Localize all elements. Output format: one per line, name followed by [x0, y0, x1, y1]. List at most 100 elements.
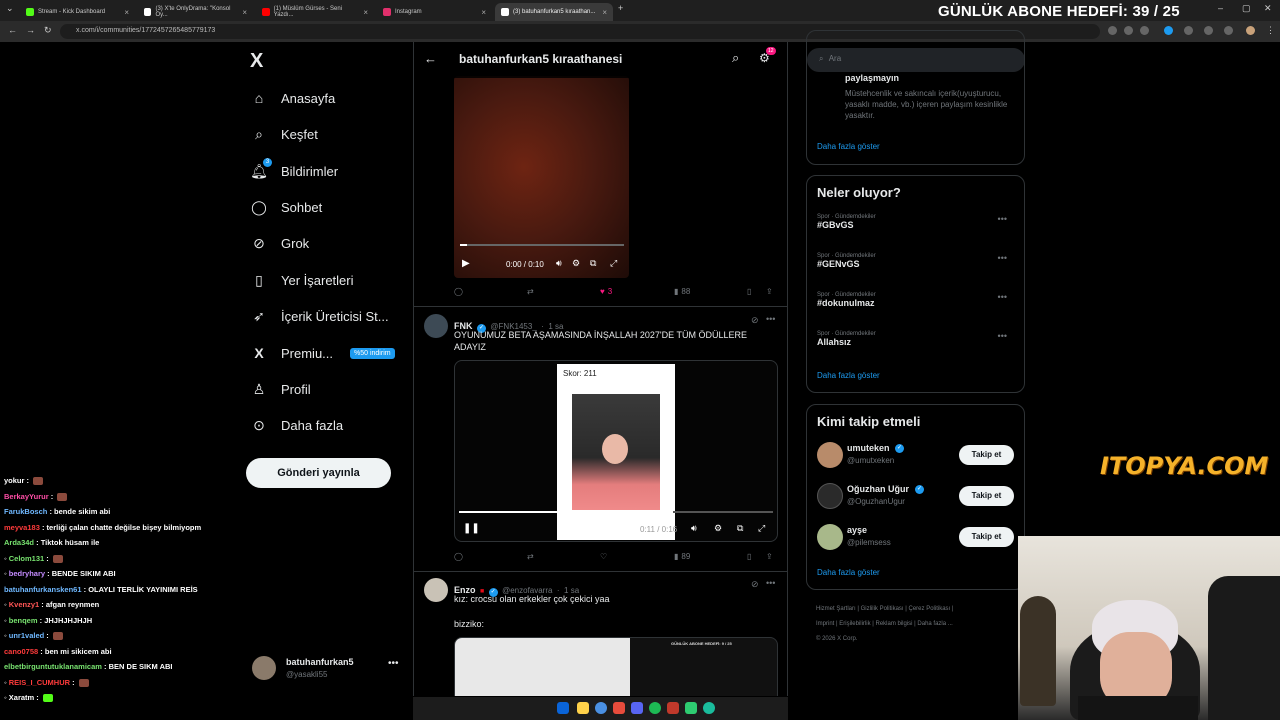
tab-search-icon[interactable]: ⌄: [6, 3, 14, 14]
cast-icon[interactable]: [1108, 26, 1117, 35]
more-icon[interactable]: •••: [998, 214, 1007, 224]
like-button[interactable]: ♥ 3: [600, 287, 612, 296]
trend-item[interactable]: Spor · Gündemdekiler #GBvGS •••: [817, 214, 1017, 242]
close-icon[interactable]: ×: [602, 8, 607, 17]
back-arrow-icon[interactable]: ←: [424, 51, 437, 66]
search-icon[interactable]: ⌕: [732, 50, 739, 66]
close-icon[interactable]: ×: [124, 8, 129, 17]
bookmark-button[interactable]: ▯: [747, 552, 751, 561]
bookmark-star-icon[interactable]: [1140, 26, 1149, 35]
zoom-icon[interactable]: [1124, 26, 1133, 35]
settings-icon[interactable]: ⚙: [572, 258, 580, 269]
obs-icon[interactable]: [703, 702, 715, 714]
sidebar-item-explore[interactable]: ⌕ Keşfet: [250, 125, 318, 143]
repost-button[interactable]: ⇄: [527, 552, 534, 561]
sidebar-icon[interactable]: [1224, 26, 1233, 35]
more-icon[interactable]: •••: [766, 314, 775, 324]
sidebar-item-bookmarks[interactable]: ▯ Yer İşaretleri: [250, 271, 353, 289]
video-progress-bar[interactable]: [459, 511, 773, 513]
sidebar-item-chat[interactable]: ◯ Sohbet: [250, 198, 322, 216]
x-home-logo[interactable]: X: [250, 50, 263, 73]
sidebar-item-home[interactable]: ⌂ Anasayfa: [250, 89, 335, 107]
follow-button[interactable]: Takip et: [959, 445, 1014, 465]
file-explorer-icon[interactable]: [577, 702, 589, 714]
settings-icon[interactable]: ⚙: [714, 523, 722, 534]
start-icon[interactable]: [557, 702, 569, 714]
footer-link[interactable]: Erişilebilirlik: [839, 621, 870, 627]
more-icon[interactable]: •••: [998, 331, 1007, 341]
play-icon[interactable]: ▶: [462, 258, 470, 269]
views-button[interactable]: ▮ 88: [674, 287, 690, 296]
minimize-icon[interactable]: –: [1218, 3, 1223, 13]
footer-link[interactable]: Çerez Politikası: [909, 606, 951, 612]
show-more-link[interactable]: Daha fazla göster: [817, 142, 880, 151]
footer-link[interactable]: Gizlilik Politikası: [861, 606, 904, 612]
app-icon[interactable]: [685, 702, 697, 714]
pip-icon[interactable]: ⧉: [737, 523, 743, 534]
browser-tab[interactable]: Instagram ×: [377, 3, 492, 21]
bookmark-button[interactable]: ▯: [747, 287, 751, 296]
footer-link[interactable]: Imprint: [816, 621, 834, 627]
extension-icon[interactable]: [1184, 26, 1193, 35]
embedded-image[interactable]: GÜNLÜK ABONE HEDEFİ: 9 / 25: [454, 637, 778, 696]
more-icon[interactable]: •••: [766, 578, 775, 588]
volume-icon[interactable]: 🔊︎: [691, 523, 697, 534]
extension-icon[interactable]: [1164, 26, 1173, 35]
back-icon[interactable]: ←: [8, 25, 17, 35]
spotify-icon[interactable]: [649, 702, 661, 714]
grok-icon[interactable]: ⊘: [751, 579, 759, 590]
close-window-icon[interactable]: ✕: [1264, 3, 1272, 14]
app-icon[interactable]: [613, 702, 625, 714]
sidebar-item-premium[interactable]: X Premiu... %50 indirim: [250, 344, 395, 362]
follow-suggestion[interactable]: umuteken ✓ @umutxeken Takip et: [807, 439, 1024, 473]
like-button[interactable]: ♡: [600, 552, 607, 561]
avatar[interactable]: [424, 578, 448, 602]
footer-link[interactable]: Reklam bilgisi: [876, 621, 913, 627]
show-more-link[interactable]: Daha fazla göster: [817, 371, 880, 380]
more-icon[interactable]: •••: [388, 658, 399, 669]
follow-suggestion[interactable]: ayşe @pilemsess Takip et: [807, 521, 1024, 555]
sidebar-item-profile[interactable]: ♙ Profil: [250, 380, 311, 398]
sidebar-item-grok[interactable]: ⊘ Grok: [250, 234, 309, 252]
more-icon[interactable]: •••: [998, 253, 1007, 263]
browser-tab[interactable]: (1) Müslüm Gürses - Seni Yazdı... ×: [256, 3, 374, 21]
close-icon[interactable]: ×: [481, 8, 486, 17]
discord-icon[interactable]: [631, 702, 643, 714]
browser-tab-active[interactable]: (3) batuhanfurkan5 kıraathan... ×: [495, 3, 613, 21]
menu-icon[interactable]: ⋮: [1266, 25, 1275, 36]
footer-link[interactable]: Hizmet Şartları: [816, 606, 856, 612]
account-switcher[interactable]: batuhanfurkan5 @yasakli55 •••: [252, 654, 412, 684]
close-icon[interactable]: ×: [242, 8, 247, 17]
profile-avatar[interactable]: [1246, 26, 1255, 35]
video-player[interactable]: ▶ 0:00 / 0:10 🔊︎ ⚙ ⧉ ⤢: [454, 76, 629, 278]
reply-button[interactable]: ◯: [454, 287, 463, 296]
footer-link[interactable]: Daha fazla ...: [917, 621, 952, 627]
sidebar-item-notifications[interactable]: 🔔︎ 3 Bildirimler: [250, 158, 338, 180]
follow-button[interactable]: Takip et: [959, 486, 1014, 506]
chrome-icon[interactable]: [595, 702, 607, 714]
pause-icon[interactable]: ❚❚: [463, 523, 480, 534]
close-icon[interactable]: ×: [363, 8, 368, 17]
follow-suggestion[interactable]: Oğuzhan Uğur ✓ @OguzhanUgur Takip et: [807, 480, 1024, 514]
browser-tab[interactable]: (3) X'te OnlyDrama: "Konsol Oy... ×: [138, 3, 253, 21]
volume-icon[interactable]: 🔊︎: [556, 258, 562, 269]
extensions-puzzle-icon[interactable]: [1204, 26, 1213, 35]
reload-icon[interactable]: ↻: [44, 25, 52, 36]
maximize-icon[interactable]: ▢: [1242, 3, 1251, 14]
sidebar-item-creator-studio[interactable]: ➶ İçerik Üreticisi St...: [250, 307, 389, 325]
trend-item[interactable]: Spor · Gündemdekiler #GENvGS •••: [817, 253, 1017, 281]
share-button[interactable]: ⇪: [766, 287, 773, 296]
grok-icon[interactable]: ⊘: [751, 315, 759, 326]
video-player[interactable]: Skor: 211 ❚❚ 0:11 / 0:16 🔊︎ ⚙ ⧉ ⤢: [454, 360, 778, 542]
reply-button[interactable]: ◯: [454, 552, 463, 561]
avatar[interactable]: [424, 314, 448, 338]
more-icon[interactable]: •••: [998, 292, 1007, 302]
post-button[interactable]: Gönderi yayınla: [246, 458, 391, 488]
forward-icon[interactable]: →: [26, 25, 35, 35]
trend-item[interactable]: Spor · Gündemdekiler #dokunulmaz •••: [817, 292, 1017, 320]
browser-tab[interactable]: Stream - Kick Dashboard ×: [20, 3, 135, 21]
new-tab-icon[interactable]: +: [618, 3, 623, 13]
views-button[interactable]: ▮ 89: [674, 552, 690, 561]
show-more-link[interactable]: Daha fazla göster: [817, 568, 880, 577]
fullscreen-icon[interactable]: ⤢: [610, 258, 617, 269]
